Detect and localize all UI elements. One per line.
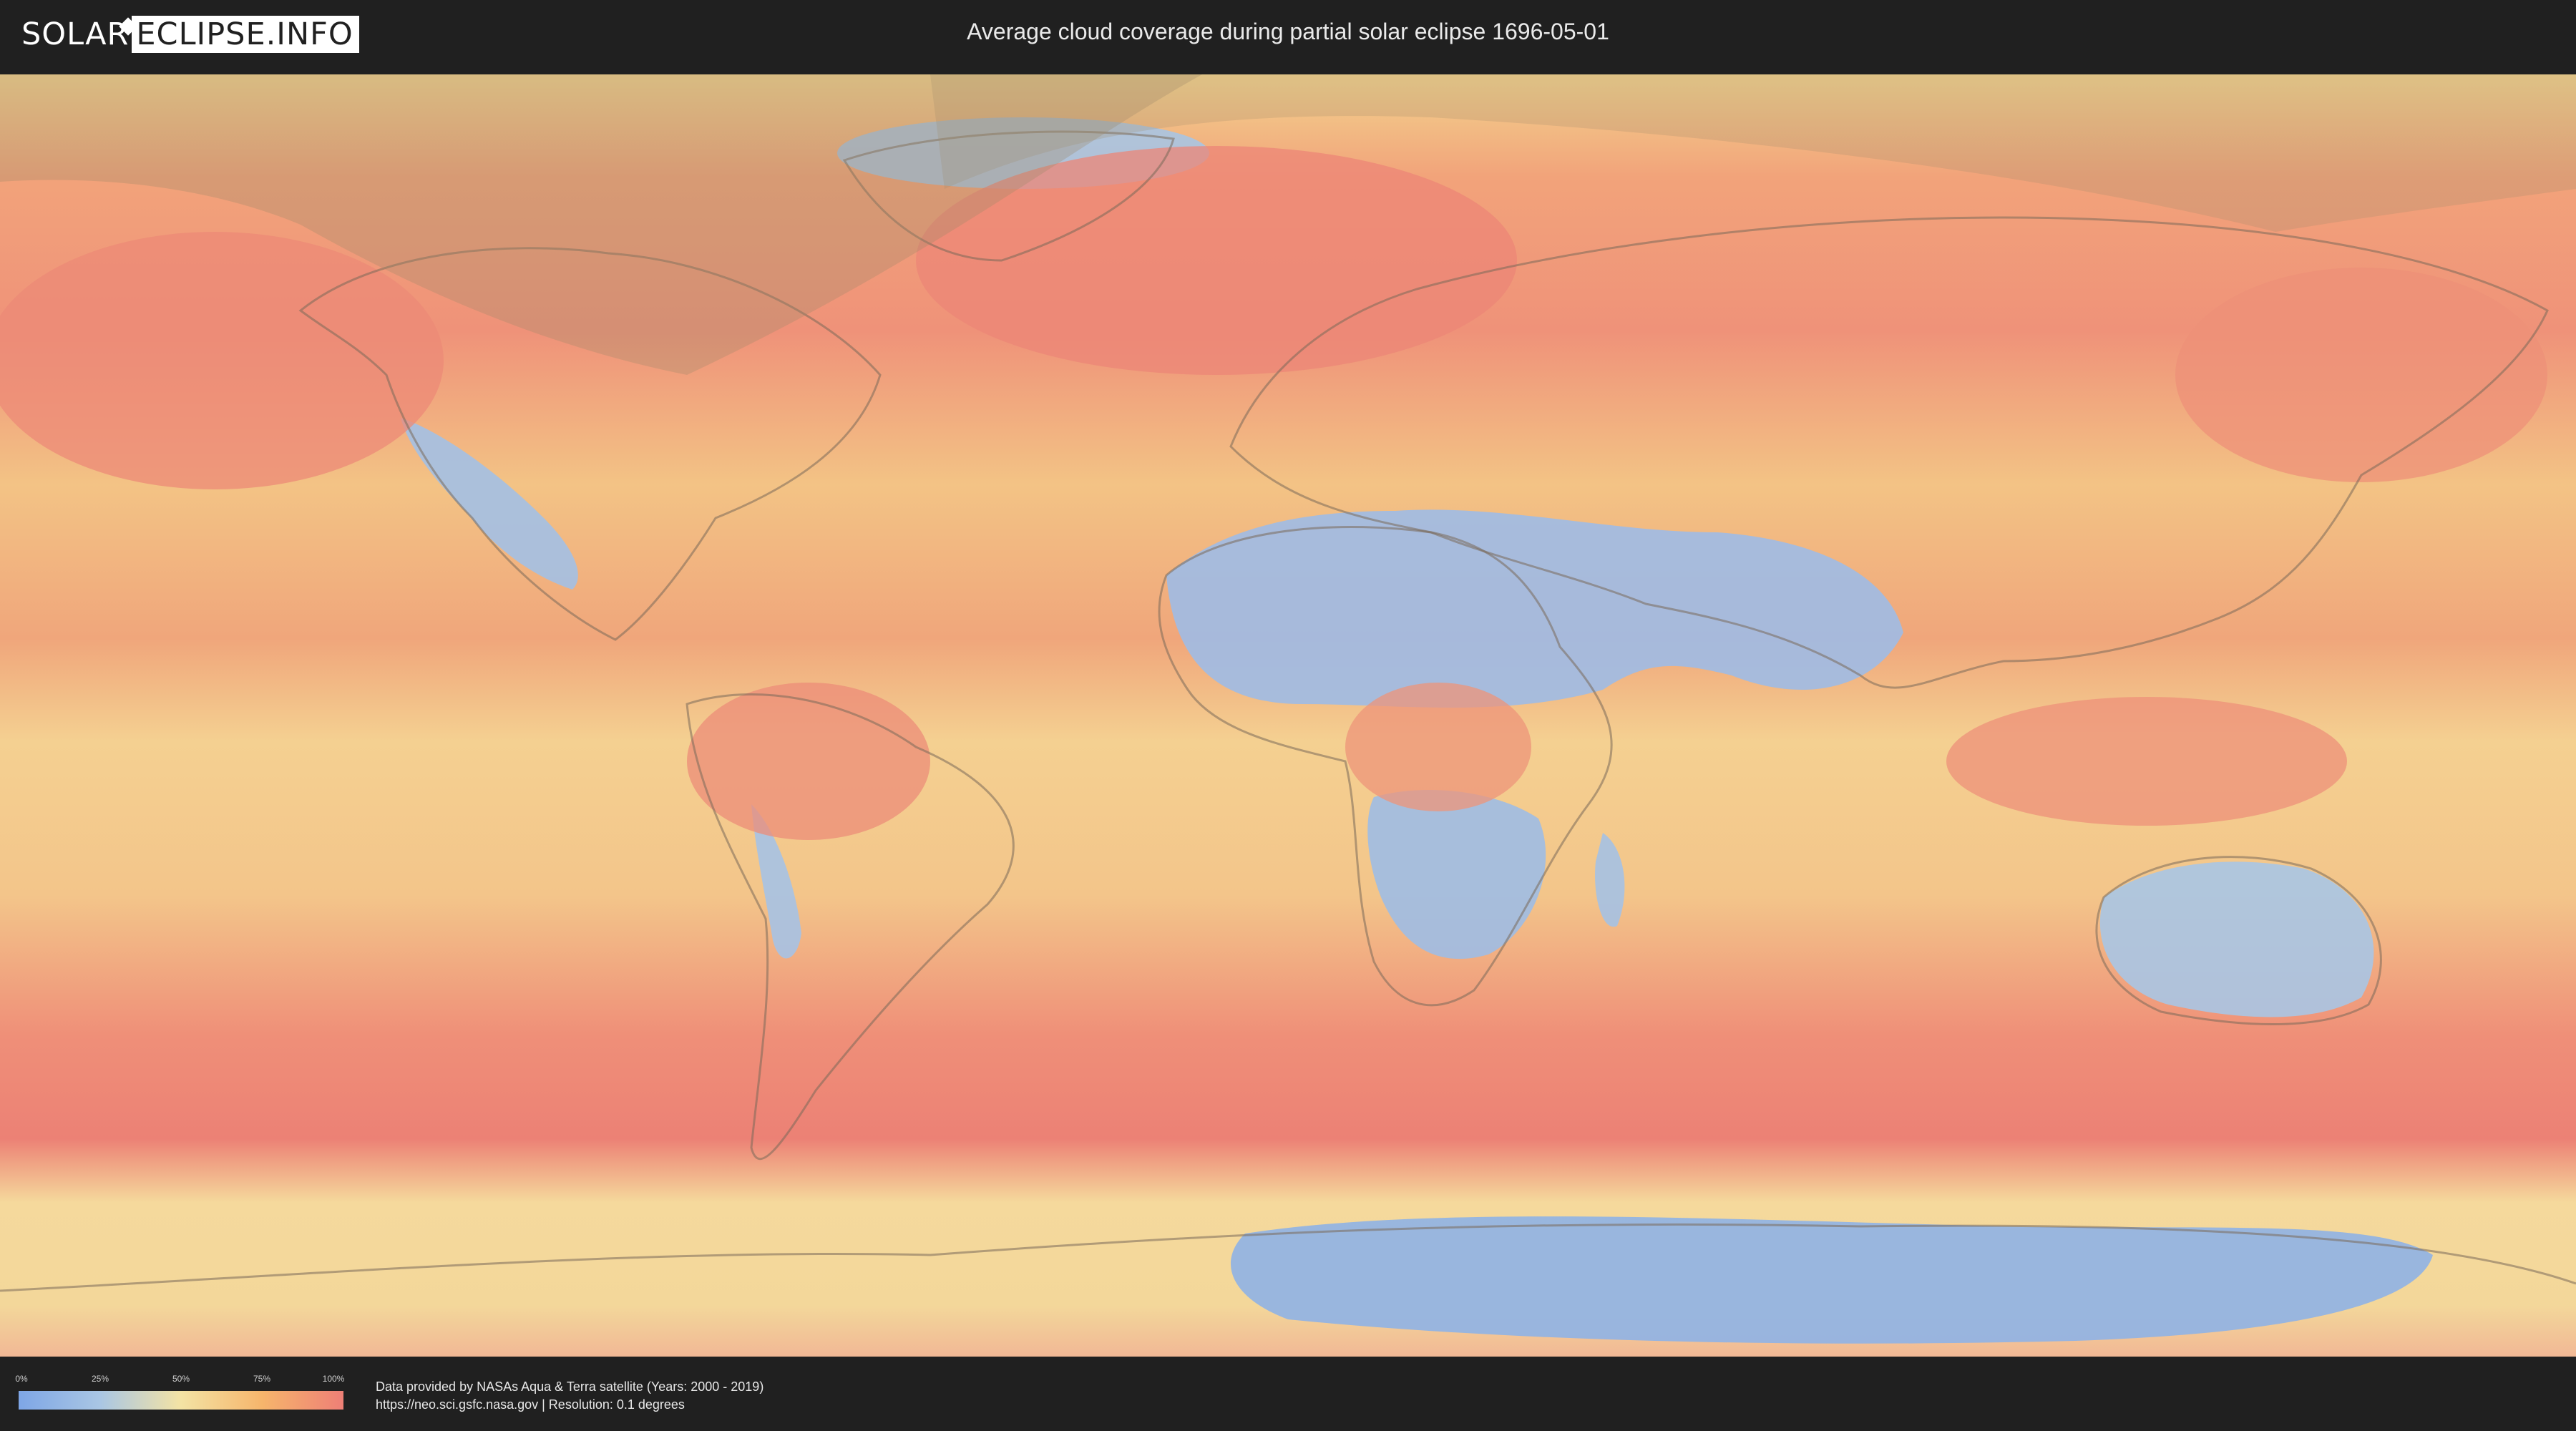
legend-tick-0: 0% [15, 1374, 28, 1384]
data-source-text: Data provided by NASAs Aqua & Terra sate… [376, 1378, 763, 1414]
legend-color-bar [19, 1391, 343, 1410]
source-line-2: https://neo.sci.gsfc.nasa.gov | Resoluti… [376, 1397, 685, 1412]
indonesia-cloudy [1946, 697, 2347, 826]
color-legend: 0% 25% 50% 75% 100% [15, 1374, 345, 1417]
antarctica-clear [1231, 1216, 2433, 1344]
siberia-cloudy [2175, 268, 2547, 482]
map-canvas [0, 74, 2576, 1357]
congo-cloudy [1345, 683, 1531, 811]
legend-tick-25: 25% [91, 1374, 109, 1384]
legend-tick-75: 75% [253, 1374, 271, 1384]
header: SOLAR ECLIPSE.INFO Average cloud coverag… [0, 0, 2576, 72]
source-line-1: Data provided by NASAs Aqua & Terra sate… [376, 1379, 764, 1394]
cloud-coverage-map[interactable] [0, 74, 2576, 1357]
legend-tick-50: 50% [172, 1374, 190, 1384]
page-title: Average cloud coverage during partial so… [967, 19, 1609, 44]
legend-tick-100: 100% [322, 1374, 345, 1384]
footer: 0% 25% 50% 75% 100% Data provided by NAS… [0, 1359, 2576, 1431]
amazon-cloudy [687, 683, 930, 840]
